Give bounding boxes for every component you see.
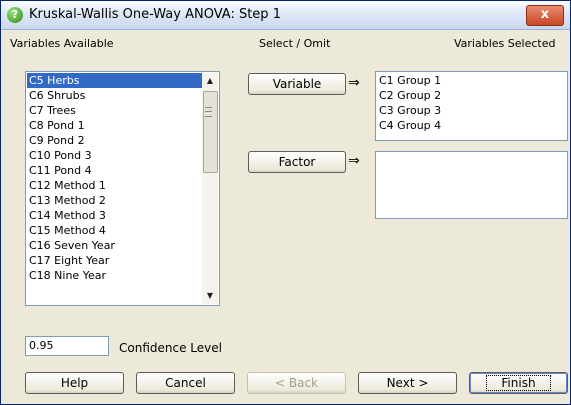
list-item[interactable]: C12 Method 1 [27, 178, 202, 193]
help-button[interactable]: Help [25, 372, 124, 394]
list-item[interactable]: C14 Method 3 [27, 208, 202, 223]
list-item[interactable]: C3 Group 3 [377, 103, 565, 118]
list-item[interactable]: C4 Group 4 [377, 118, 565, 133]
back-button[interactable]: < Back [247, 372, 346, 394]
variables-available-label: Variables Available [10, 37, 114, 50]
variables-selected-label: Variables Selected [454, 37, 556, 50]
scroll-grip-icon [205, 107, 212, 117]
list-item[interactable]: C16 Seven Year [27, 238, 202, 253]
confidence-level-label: Confidence Level [119, 341, 222, 355]
available-items-container: C5 Herbs C6 Shrubs C7 Trees C8 Pond 1 C9 Pon… [27, 73, 202, 283]
cancel-button[interactable]: Cancel [136, 372, 235, 394]
scroll-thumb[interactable] [203, 91, 218, 173]
vertical-scrollbar[interactable]: ▲ ▼ [202, 73, 218, 304]
selected-items-container: C1 Group 1 C2 Group 2 C3 Group 3 C4 Group 4 [377, 73, 565, 133]
scroll-down-icon[interactable]: ▼ [202, 288, 218, 304]
factor-button[interactable]: Factor [248, 151, 346, 173]
list-item[interactable]: C9 Pond 2 [27, 133, 202, 148]
help-question-icon: ? [7, 7, 23, 23]
finish-button[interactable]: Finish [469, 372, 568, 394]
window-title: Kruskal-Wallis One-Way ANOVA: Step 1 [29, 7, 281, 22]
confidence-level-input[interactable]: 0.95 [25, 336, 109, 356]
list-item[interactable]: C17 Eight Year [27, 253, 202, 268]
list-item[interactable]: C11 Pond 4 [27, 163, 202, 178]
dialog-window: ? Kruskal-Wallis One-Way ANOVA: Step 1 x… [0, 0, 571, 405]
close-button[interactable]: x [526, 5, 564, 26]
list-item[interactable]: C7 Trees [27, 103, 202, 118]
select-omit-label: Select / Omit [259, 37, 331, 50]
list-item[interactable]: C5 Herbs [27, 73, 202, 88]
list-item[interactable]: C13 Method 2 [27, 193, 202, 208]
scroll-up-icon[interactable]: ▲ [202, 73, 218, 89]
variable-button[interactable]: Variable [248, 73, 346, 95]
list-item[interactable]: C10 Pond 3 [27, 148, 202, 163]
variables-selected-list[interactable]: C1 Group 1 C2 Group 2 C3 Group 3 C4 Group 4 [375, 71, 568, 141]
list-item[interactable]: C8 Pond 1 [27, 118, 202, 133]
list-item[interactable]: C15 Method 4 [27, 223, 202, 238]
list-item[interactable]: C18 Nine Year [27, 268, 202, 283]
arrow-right-icon: ⇒ [348, 75, 360, 91]
next-button[interactable]: Next > [358, 372, 457, 394]
title-bar[interactable]: ? Kruskal-Wallis One-Way ANOVA: Step 1 x [1, 1, 570, 30]
arrow-right-icon: ⇒ [348, 153, 360, 169]
list-item[interactable]: C1 Group 1 [377, 73, 565, 88]
list-item[interactable]: C6 Shrubs [27, 88, 202, 103]
finish-label: Finish [486, 375, 551, 391]
factor-list[interactable] [375, 151, 568, 219]
list-item[interactable]: C2 Group 2 [377, 88, 565, 103]
variables-available-list[interactable]: C5 Herbs C6 Shrubs C7 Trees C8 Pond 1 C9 Pon… [25, 71, 220, 306]
